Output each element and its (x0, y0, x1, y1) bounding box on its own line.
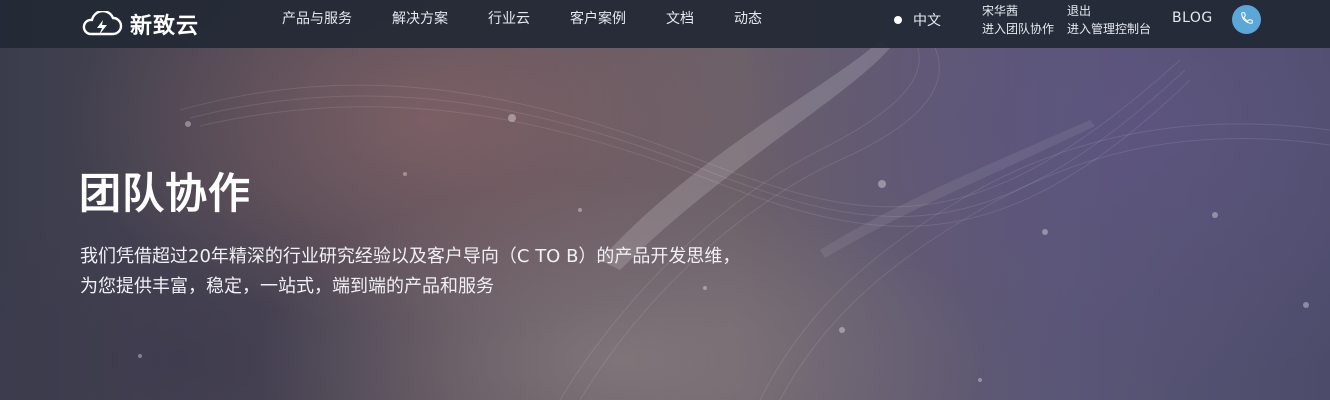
user-block: 宋华茜 进入团队协作 (982, 2, 1054, 38)
phone-icon (1240, 10, 1254, 29)
team-collab-link[interactable]: 进入团队协作 (982, 20, 1054, 38)
nav-item-docs[interactable]: 文档 (666, 10, 694, 28)
language-dot-icon (894, 16, 902, 24)
hero-description-line-1: 我们凭借超过20年精深的行业研究经验以及客户导向（C TO B）的产品开发思维， (80, 246, 741, 267)
hero-description: 我们凭借超过20年精深的行业研究经验以及客户导向（C TO B）的产品开发思维，… (80, 242, 840, 302)
hero-description-line-2: 为您提供丰富，稳定，一站式，端到端的产品和服务 (80, 276, 494, 297)
nav-item-news[interactable]: 动态 (734, 10, 762, 28)
main-nav: 产品与服务 解决方案 行业云 客户案例 文档 动态 (282, 10, 802, 28)
top-navigation-bar: 新致云 产品与服务 解决方案 行业云 客户案例 文档 动态 中文 宋华茜 进入团… (0, 0, 1330, 48)
user-name[interactable]: 宋华茜 (982, 2, 1054, 20)
nav-item-customer-cases[interactable]: 客户案例 (570, 10, 626, 28)
language-switcher[interactable]: 中文 (894, 10, 941, 30)
cloud-bolt-icon (80, 11, 124, 37)
language-label: 中文 (913, 13, 941, 29)
brand-name: 新致云 (130, 14, 200, 39)
logout-link[interactable]: 退出 (1067, 2, 1151, 20)
nav-item-solutions[interactable]: 解决方案 (392, 10, 448, 28)
phone-button[interactable] (1232, 5, 1261, 34)
nav-item-products[interactable]: 产品与服务 (282, 10, 352, 28)
blog-link[interactable]: BLOG (1172, 10, 1213, 26)
account-block: 退出 进入管理控制台 (1067, 2, 1151, 38)
console-link[interactable]: 进入管理控制台 (1067, 20, 1151, 38)
nav-item-industry-cloud[interactable]: 行业云 (488, 10, 530, 28)
brand-logo[interactable]: 新致云 (80, 8, 199, 40)
page-title: 团队协作 (79, 169, 252, 218)
